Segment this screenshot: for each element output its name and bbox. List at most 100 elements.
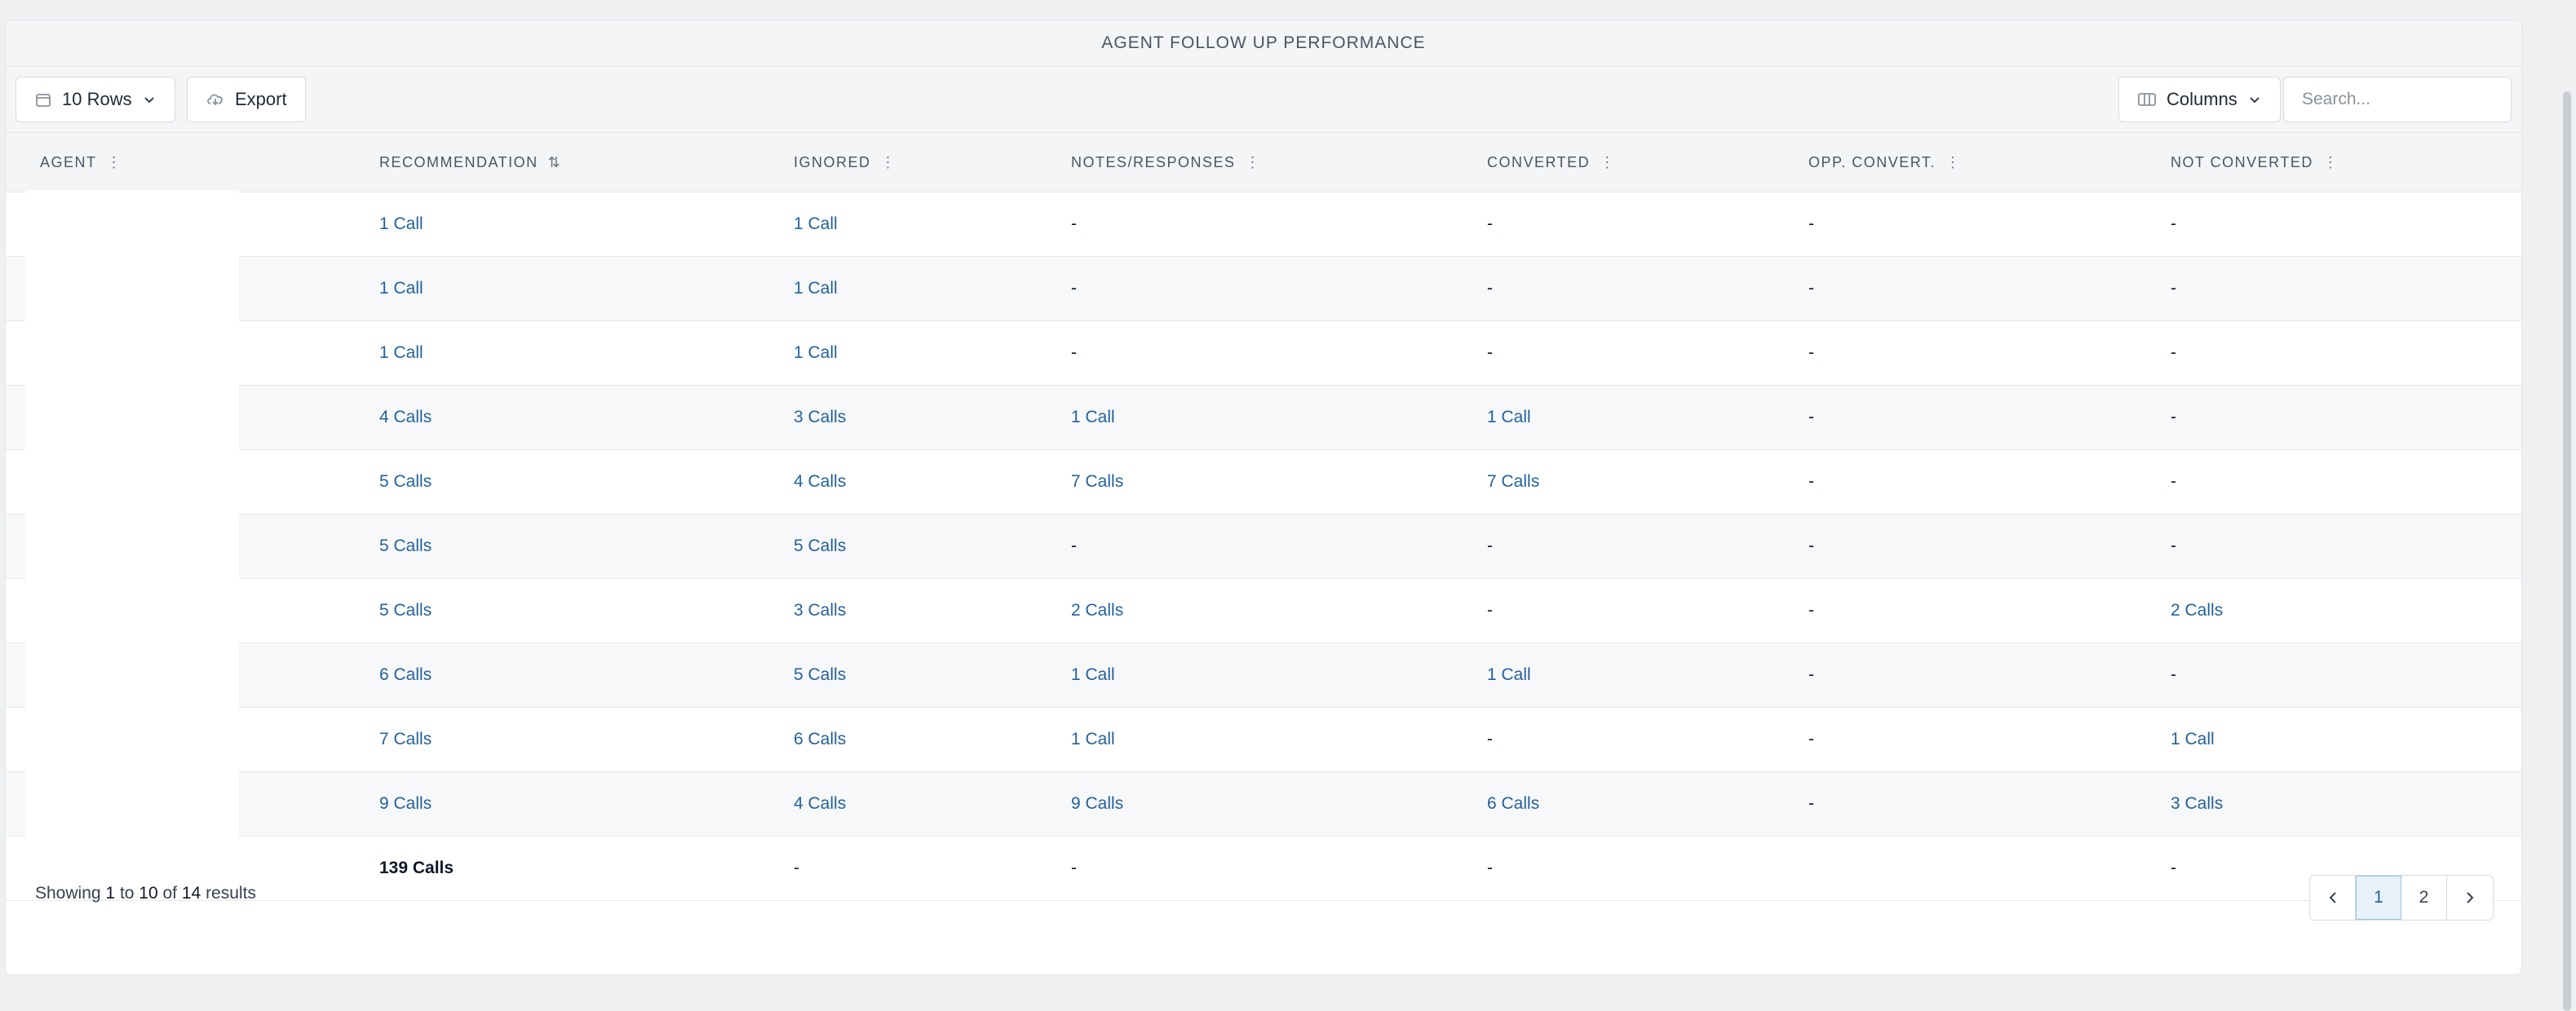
- cell-opp-convert: -: [1808, 794, 1814, 813]
- cell-opp-convert: -: [1808, 214, 1814, 233]
- cell-ignored[interactable]: 1 Call: [794, 321, 838, 385]
- table-header: AGENT ⋮ RECOMMENDATION ⇅ IGNORED ⋮ NOTES…: [6, 133, 2521, 192]
- column-header-not-converted[interactable]: NOT CONVERTED ⋮: [2171, 133, 2338, 192]
- cell-converted[interactable]: 1 Call: [1487, 386, 1531, 449]
- chevron-down-icon: [2247, 92, 2262, 107]
- table-footer: Showing 1 to 10 of 14 results 1 2: [6, 857, 2521, 930]
- cell-recommendation[interactable]: 1 Call: [379, 192, 423, 256]
- cell-ignored[interactable]: 5 Calls: [794, 514, 846, 578]
- table-row: 9 Calls 4 Calls 9 Calls 6 Calls - 3 Calls: [6, 772, 2521, 837]
- cell-converted: -: [1487, 214, 1493, 233]
- cell-not-converted: -: [2171, 279, 2176, 298]
- column-header-label: CONVERTED: [1487, 153, 1591, 170]
- cell-converted: -: [1487, 601, 1493, 620]
- column-header-ignored[interactable]: IGNORED ⋮: [794, 133, 896, 192]
- column-header-label: RECOMMENDATION: [379, 153, 538, 170]
- cell-converted[interactable]: 6 Calls: [1487, 772, 1539, 836]
- cell-ignored[interactable]: 3 Calls: [794, 386, 846, 449]
- next-page-button[interactable]: [2447, 876, 2493, 920]
- cell-not-converted: -: [2171, 214, 2176, 233]
- table-body: 1 Call 1 Call - - - -1 Call 1 Call - - - -1 Call 1 …: [6, 192, 2521, 901]
- cell-recommendation[interactable]: 6 Calls: [379, 643, 432, 707]
- cell-converted: -: [1487, 730, 1493, 748]
- cell-recommendation[interactable]: 9 Calls: [379, 772, 432, 836]
- cell-notes-responses[interactable]: 1 Call: [1071, 643, 1115, 707]
- table-row: 1 Call 1 Call - - - -: [6, 257, 2521, 321]
- columns-label: Columns: [2167, 89, 2237, 109]
- column-header-label: OPP. CONVERT.: [1808, 153, 1936, 170]
- export-label: Export: [235, 89, 287, 109]
- table-row: 1 Call 1 Call - - - -: [6, 192, 2521, 257]
- column-header-label: IGNORED: [794, 153, 871, 170]
- chevron-down-icon: [142, 92, 157, 107]
- cell-not-converted: -: [2171, 536, 2176, 555]
- cell-opp-convert: -: [1808, 601, 1814, 620]
- sort-icon[interactable]: ⇅: [548, 154, 560, 171]
- columns-dropdown[interactable]: Columns: [2118, 77, 2281, 122]
- chevron-right-icon: [2467, 892, 2474, 903]
- column-header-recommendation[interactable]: RECOMMENDATION ⇅: [379, 133, 560, 192]
- table-row: 4 Calls 3 Calls 1 Call 1 Call - -: [6, 386, 2521, 450]
- column-menu-icon[interactable]: ⋮: [881, 154, 896, 171]
- cell-opp-convert: -: [1808, 730, 1814, 748]
- previous-page-button[interactable]: [2310, 876, 2356, 920]
- column-menu-icon[interactable]: ⋮: [1246, 154, 1260, 171]
- cell-not-converted[interactable]: 2 Calls: [2171, 579, 2223, 642]
- cell-recommendation[interactable]: 7 Calls: [379, 708, 432, 771]
- cell-ignored[interactable]: 3 Calls: [794, 579, 846, 642]
- cell-converted[interactable]: 7 Calls: [1487, 450, 1539, 514]
- table-row: 6 Calls 5 Calls 1 Call 1 Call - -: [6, 643, 2521, 708]
- rows-per-page-label: 10 Rows: [62, 89, 132, 109]
- cell-ignored[interactable]: 6 Calls: [794, 708, 846, 771]
- cell-converted[interactable]: 1 Call: [1487, 643, 1531, 707]
- cell-notes-responses[interactable]: 1 Call: [1071, 708, 1115, 771]
- page-button-1[interactable]: 1: [2356, 876, 2401, 920]
- cell-notes-responses[interactable]: 9 Calls: [1071, 772, 1123, 836]
- column-menu-icon[interactable]: ⋮: [1945, 154, 1960, 171]
- table-toolbar: 10 Rows Export Columns: [6, 67, 2521, 133]
- column-header-opp-convert[interactable]: OPP. CONVERT. ⋮: [1808, 133, 1960, 192]
- cell-recommendation[interactable]: 1 Call: [379, 321, 423, 385]
- column-header-label: AGENT: [40, 153, 97, 170]
- column-header-converted[interactable]: CONVERTED ⋮: [1487, 133, 1614, 192]
- cell-opp-convert: -: [1808, 665, 1814, 684]
- columns-icon: [2137, 91, 2157, 108]
- cell-recommendation[interactable]: 5 Calls: [379, 514, 432, 578]
- cell-ignored[interactable]: 4 Calls: [794, 450, 846, 514]
- cell-recommendation[interactable]: 4 Calls: [379, 386, 432, 449]
- page-scrollbar[interactable]: [2563, 91, 2571, 1011]
- cell-converted: -: [1487, 536, 1493, 555]
- export-button[interactable]: Export: [187, 77, 306, 122]
- cell-opp-convert: -: [1808, 536, 1814, 555]
- agent-column-redaction: [25, 190, 239, 845]
- cell-ignored[interactable]: 4 Calls: [794, 772, 846, 836]
- cell-ignored[interactable]: 1 Call: [794, 257, 838, 320]
- cell-ignored[interactable]: 1 Call: [794, 192, 838, 256]
- table-row: 5 Calls 4 Calls 7 Calls 7 Calls - -: [6, 450, 2521, 514]
- cell-recommendation[interactable]: 5 Calls: [379, 579, 432, 642]
- cell-opp-convert: -: [1808, 279, 1814, 298]
- column-header-agent[interactable]: AGENT ⋮: [40, 133, 122, 192]
- pagination: 1 2: [2309, 875, 2494, 920]
- column-menu-icon[interactable]: ⋮: [2323, 154, 2338, 171]
- report-card: AGENT FOLLOW UP PERFORMANCE 10 Rows Expo…: [5, 20, 2522, 975]
- table-row: 7 Calls 6 Calls 1 Call - - 1 Call: [6, 708, 2521, 772]
- cell-ignored[interactable]: 5 Calls: [794, 643, 846, 707]
- search-input[interactable]: [2283, 77, 2512, 122]
- cell-notes-responses[interactable]: 2 Calls: [1071, 579, 1123, 642]
- rows-per-page-dropdown[interactable]: 10 Rows: [15, 77, 175, 122]
- cell-notes-responses[interactable]: 1 Call: [1071, 386, 1115, 449]
- cell-notes-responses: -: [1071, 536, 1077, 555]
- cell-not-converted[interactable]: 1 Call: [2171, 708, 2215, 771]
- cell-notes-responses[interactable]: 7 Calls: [1071, 450, 1123, 514]
- column-header-notes-responses[interactable]: NOTES/RESPONSES ⋮: [1071, 133, 1260, 192]
- cell-not-converted[interactable]: 3 Calls: [2171, 772, 2223, 836]
- table-row: 5 Calls 3 Calls 2 Calls - - 2 Calls: [6, 579, 2521, 643]
- column-menu-icon[interactable]: ⋮: [1600, 154, 1614, 171]
- cell-notes-responses: -: [1071, 343, 1077, 362]
- cell-converted: -: [1487, 343, 1493, 362]
- cell-recommendation[interactable]: 1 Call: [379, 257, 423, 320]
- cell-recommendation[interactable]: 5 Calls: [379, 450, 432, 514]
- page-button-2[interactable]: 2: [2401, 876, 2447, 920]
- column-menu-icon[interactable]: ⋮: [107, 154, 122, 171]
